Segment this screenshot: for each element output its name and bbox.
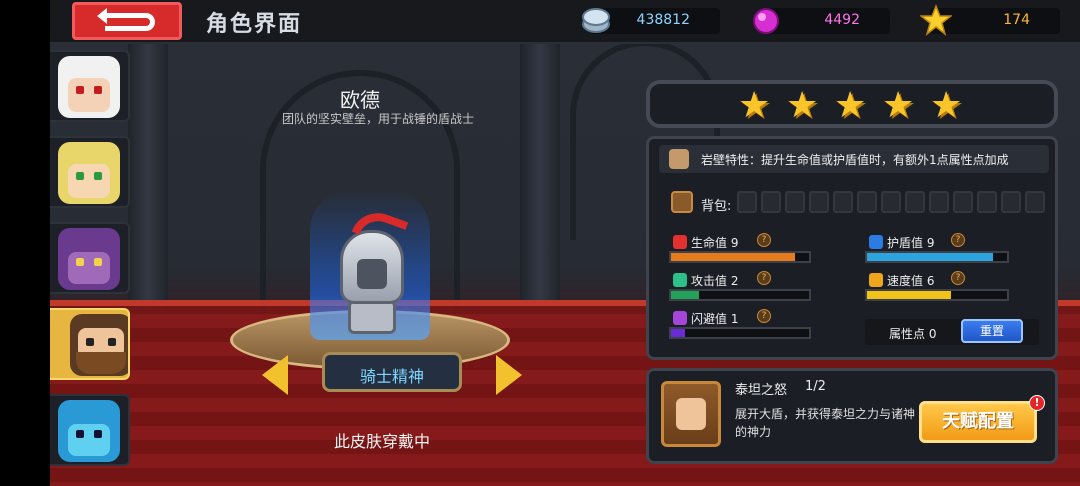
alert-badge-icon: ! bbox=[1029, 395, 1045, 411]
white-haired-hero-portrait bbox=[58, 56, 120, 118]
hero-name: 欧德 bbox=[340, 88, 380, 112]
gem-counter: 4492 bbox=[753, 8, 890, 34]
star-value: 174 bbox=[1003, 12, 1030, 28]
speed-help-icon[interactable]: ? bbox=[951, 271, 965, 285]
page-title: 角色界面 bbox=[206, 12, 303, 37]
trait-row: 岩壁特性：提升生命值或护盾值时，有额外1点属性点加成 bbox=[659, 145, 1049, 173]
dodge-help-icon[interactable]: ? bbox=[757, 309, 771, 323]
backpack-slot[interactable] bbox=[905, 191, 925, 213]
crossed-swords-icon bbox=[673, 273, 687, 287]
talent-level: 1/2 bbox=[805, 379, 826, 394]
talent-book-icon bbox=[661, 381, 721, 447]
star-counter: 174 bbox=[920, 4, 1060, 36]
silver-coin-icon bbox=[582, 8, 610, 33]
back-arrow-icon bbox=[97, 8, 155, 31]
skin-status: 此皮肤穿戴中 bbox=[334, 432, 431, 451]
hp-help-icon[interactable]: ? bbox=[757, 233, 771, 247]
skin-name: 骑士精神 bbox=[359, 367, 424, 386]
hero-slot-blue-dragon[interactable] bbox=[50, 394, 130, 466]
backpack-slot[interactable] bbox=[953, 191, 973, 213]
attribute-points-label: 属性点 0 bbox=[889, 327, 937, 341]
hero-slot-white-haired[interactable] bbox=[50, 50, 130, 122]
gem-value: 4492 bbox=[824, 12, 860, 28]
rating-star-icon: ★ bbox=[738, 85, 771, 126]
hero-star-rating: ★ ★ ★ ★ ★ bbox=[646, 80, 1058, 128]
dodge-bar bbox=[669, 327, 811, 339]
rating-star-icon: ★ bbox=[930, 85, 963, 126]
hero-slot-green-elf[interactable] bbox=[50, 136, 130, 208]
shield-help-icon[interactable]: ? bbox=[951, 233, 965, 247]
green-elf-hero-portrait bbox=[58, 142, 120, 204]
silver-coin-value: 438812 bbox=[636, 12, 690, 28]
talent-name: 泰坦之怒 bbox=[735, 383, 788, 398]
stats-panel: 岩壁特性：提升生命值或护盾值时，有额外1点属性点加成 背包: 生命值 9 ? 护… bbox=[646, 136, 1058, 360]
blue-dragon-hero-portrait bbox=[58, 400, 120, 462]
rating-star-icon: ★ bbox=[786, 85, 819, 126]
attack-help-icon[interactable]: ? bbox=[757, 271, 771, 285]
next-skin-arrow-icon[interactable] bbox=[496, 355, 522, 395]
dodge-label: 闪避值 1 bbox=[691, 312, 739, 326]
skin-name-plate: 骑士精神 bbox=[322, 352, 462, 392]
character-screen: 角色界面 438812 4492 174 欧德 团队的坚实壁垒，用于战锤的盾战士… bbox=[50, 0, 1080, 486]
purple-cat-hero-portrait bbox=[58, 228, 120, 290]
attack-bar bbox=[669, 289, 811, 301]
backpack-slot[interactable] bbox=[809, 191, 829, 213]
backpack-slot[interactable] bbox=[929, 191, 949, 213]
shield-label: 护盾值 9 bbox=[887, 236, 935, 250]
backpack-slot[interactable] bbox=[1025, 191, 1045, 213]
hero-slot-bearded-warrior[interactable] bbox=[50, 308, 130, 380]
background-pillar bbox=[128, 40, 168, 310]
back-button[interactable] bbox=[72, 2, 182, 40]
rating-star-icon: ★ bbox=[834, 85, 867, 126]
prev-skin-arrow-icon[interactable] bbox=[262, 355, 288, 395]
star-icon bbox=[920, 4, 952, 36]
backpack-slot[interactable] bbox=[977, 191, 997, 213]
silver-coin-counter: 438812 bbox=[582, 8, 720, 34]
shield-bar bbox=[865, 251, 1009, 263]
heart-icon bbox=[673, 235, 687, 249]
hero-list bbox=[50, 50, 130, 486]
hero-slot-purple-cat[interactable] bbox=[50, 222, 130, 294]
talent-panel: 泰坦之怒 1/2 展开大盾，并获得泰坦之力与诸神的神力 天赋配置 ! bbox=[646, 368, 1058, 464]
backpack-slot[interactable] bbox=[737, 191, 757, 213]
hp-label: 生命值 9 bbox=[691, 236, 739, 250]
talent-config-button[interactable]: 天赋配置 bbox=[919, 401, 1037, 443]
talent-description: 展开大盾，并获得泰坦之力与诸神的神力 bbox=[735, 407, 916, 439]
hp-bar bbox=[669, 251, 811, 263]
knight-skin-sprite bbox=[320, 205, 420, 340]
backpack-slot[interactable] bbox=[785, 191, 805, 213]
speed-label: 速度值 6 bbox=[887, 274, 935, 288]
gem-icon bbox=[753, 8, 779, 34]
backpack-label: 背包: bbox=[701, 199, 732, 214]
backpack-slot[interactable] bbox=[1001, 191, 1021, 213]
reset-button[interactable]: 重置 bbox=[961, 319, 1023, 343]
trait-portrait-icon bbox=[669, 149, 689, 169]
rating-star-icon: ★ bbox=[882, 85, 915, 126]
speed-bar bbox=[865, 289, 1009, 301]
top-bar: 角色界面 438812 4492 174 bbox=[50, 0, 1080, 44]
dodge-icon bbox=[673, 311, 687, 325]
lightning-icon bbox=[869, 273, 883, 287]
bearded-warrior-hero-portrait bbox=[70, 314, 128, 376]
backpack-slot[interactable] bbox=[833, 191, 853, 213]
attack-label: 攻击值 2 bbox=[691, 274, 739, 288]
backpack-slot[interactable] bbox=[857, 191, 877, 213]
trait-text: 岩壁特性：提升生命值或护盾值时，有额外1点属性点加成 bbox=[701, 153, 1009, 167]
hero-description: 团队的坚实壁垒，用于战锤的盾战士 bbox=[282, 112, 475, 126]
shield-icon bbox=[869, 235, 883, 249]
backpack-icon[interactable] bbox=[671, 191, 693, 213]
backpack-slot[interactable] bbox=[881, 191, 901, 213]
backpack-slot[interactable] bbox=[761, 191, 781, 213]
